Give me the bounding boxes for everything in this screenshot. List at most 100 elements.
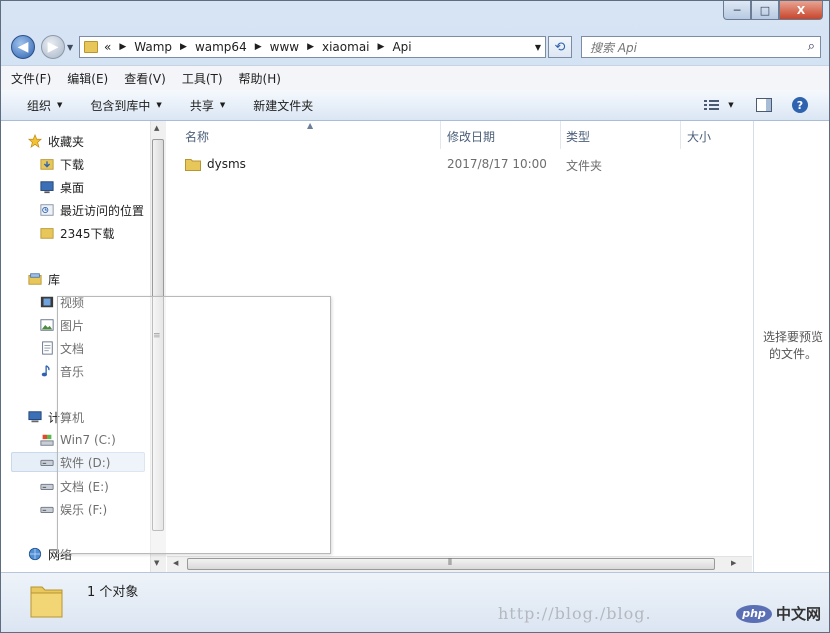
maximize-icon: □ <box>759 3 771 17</box>
sidebar-item-label: 库 <box>48 272 61 287</box>
scroll-left-icon[interactable]: ◀ <box>173 559 178 567</box>
recent-pages-dropdown[interactable]: ▼ <box>67 43 73 52</box>
address-bar[interactable]: « ▶ Wamp ▶ wamp64 ▶ www ▶ xiaomai ▶ Api … <box>79 36 546 58</box>
music-icon <box>41 365 50 377</box>
column-header-date[interactable]: 修改日期 <box>447 125 495 147</box>
sidebar-item-label: 桌面 <box>60 180 85 195</box>
item-count: 1 个对象 <box>87 585 139 600</box>
column-header-size[interactable]: 大小 <box>687 125 711 147</box>
menu-file[interactable]: 文件(F) <box>1 70 57 87</box>
breadcrumb-separator-icon[interactable]: ▶ <box>307 42 314 52</box>
organize-label: 组织 <box>27 98 52 113</box>
chevron-down-icon: ▼ <box>57 101 63 109</box>
minimize-icon: ─ <box>733 3 741 17</box>
breadcrumb-separator-icon[interactable]: ▶ <box>255 42 262 52</box>
breadcrumb-item[interactable]: xiaomai <box>322 40 370 54</box>
address-row: ◀ ▶ ▼ « ▶ Wamp ▶ wamp64 ▶ www ▶ xiaomai … <box>1 31 829 63</box>
chevron-down-icon: ▼ <box>728 101 734 109</box>
search-box[interactable]: ⌕ <box>581 36 821 58</box>
explorer-window: ─ □ X ◀ ▶ ▼ « ▶ Wamp ▶ wamp64 ▶ www ▶ xi… <box>0 0 830 633</box>
sidebar-item-downloads[interactable]: 下载 <box>39 154 84 174</box>
caption-buttons: ─ □ X <box>723 1 823 21</box>
breadcrumb-separator-icon[interactable]: ▶ <box>119 42 126 52</box>
sidebar-item-label: 最近访问的位置 <box>60 203 145 218</box>
recent-places-icon <box>40 204 54 216</box>
file-list-scrollbar[interactable]: ◀ ⦀ ▶ <box>167 556 752 572</box>
breadcrumb-item[interactable]: www <box>270 40 299 54</box>
sort-ascending-icon: ▲ <box>307 121 314 130</box>
column-divider[interactable] <box>560 121 561 149</box>
search-icon[interactable]: ⌕ <box>808 39 815 54</box>
menu-help[interactable]: 帮助(H) <box>229 70 287 87</box>
column-divider[interactable] <box>680 121 681 149</box>
view-options-button[interactable]: ▼ <box>699 94 739 116</box>
drive-icon <box>40 483 54 490</box>
sidebar-item-recent-places[interactable]: 最近访问的位置 <box>39 200 144 220</box>
folder-icon <box>40 228 54 239</box>
scroll-right-icon[interactable]: ▶ <box>731 559 736 567</box>
new-folder-label: 新建文件夹 <box>253 98 314 113</box>
file-date: 2017/8/17 10:00 <box>447 157 547 171</box>
scroll-up-icon[interactable]: ▲ <box>154 124 159 132</box>
search-input[interactable] <box>588 38 792 58</box>
breadcrumb-item[interactable]: Wamp <box>134 40 172 54</box>
forward-button[interactable]: ▶ <box>41 35 65 59</box>
preview-pane-button[interactable] <box>754 94 774 116</box>
file-type: 文件夹 <box>566 159 603 173</box>
content-area: 收藏夹 下载 桌面 最近访问的位置 2345下载 库 视频 图片 文档 音乐 计… <box>1 121 829 572</box>
menu-tools[interactable]: 工具(T) <box>172 70 229 87</box>
breadcrumb: « ▶ Wamp ▶ wamp64 ▶ www ▶ xiaomai ▶ Api <box>104 40 412 54</box>
file-row[interactable]: dysms <box>185 153 246 175</box>
column-header-name[interactable]: 名称 <box>185 125 209 147</box>
breadcrumb-overflow[interactable]: « <box>104 40 111 54</box>
drive-icon <box>40 506 54 513</box>
help-button[interactable]: ? <box>790 94 810 116</box>
large-folder-icon <box>30 586 63 618</box>
sidebar-item-label: 2345下载 <box>60 226 115 241</box>
download-folder-icon <box>40 159 54 170</box>
menu-view[interactable]: 查看(V) <box>114 70 172 87</box>
chevron-down-icon: ▼ <box>219 101 226 109</box>
breadcrumb-item[interactable]: wamp64 <box>195 40 247 54</box>
address-dropdown-icon[interactable]: ▼ <box>535 43 541 52</box>
view-list-icon <box>704 100 720 110</box>
menu-bar: 文件(F) 编辑(E) 查看(V) 工具(T) 帮助(H) <box>1 65 829 90</box>
chevron-down-icon: ▼ <box>156 101 162 109</box>
video-icon <box>40 296 54 308</box>
sidebar-item-label: 收藏夹 <box>48 134 85 149</box>
overlay-frame <box>57 296 331 554</box>
sidebar-item-2345-downloads[interactable]: 2345下载 <box>39 223 115 243</box>
folder-icon <box>185 159 201 171</box>
maximize-button[interactable]: □ <box>751 1 779 20</box>
breadcrumb-item[interactable]: Api <box>392 40 411 54</box>
star-icon <box>27 134 43 148</box>
drive-icon <box>40 459 54 466</box>
breadcrumb-separator-icon[interactable]: ▶ <box>180 42 187 52</box>
sidebar-item-desktop[interactable]: 桌面 <box>39 177 84 197</box>
menu-edit[interactable]: 编辑(E) <box>57 70 114 87</box>
column-divider[interactable] <box>440 121 441 149</box>
back-button[interactable]: ◀ <box>11 35 35 59</box>
organize-button[interactable]: 组织 ▼ <box>1 97 76 114</box>
scroll-down-icon[interactable]: ▼ <box>154 559 159 567</box>
minimize-button[interactable]: ─ <box>723 1 751 20</box>
share-button[interactable]: 共享 ▼ <box>176 97 239 114</box>
breadcrumb-separator-icon[interactable]: ▶ <box>378 42 385 52</box>
sidebar-item-libraries[interactable]: 库 <box>27 269 60 289</box>
system-drive-icon <box>40 434 54 446</box>
help-icon: ? <box>792 97 808 113</box>
close-button[interactable]: X <box>779 1 823 20</box>
logo-badge: php <box>736 604 772 623</box>
include-library-button[interactable]: 包含到库中 ▼ <box>76 97 175 114</box>
close-icon: X <box>796 3 806 17</box>
back-arrow-icon: ◀ <box>17 39 29 55</box>
column-header-type[interactable]: 类型 <box>566 125 590 147</box>
folder-icon <box>84 41 98 53</box>
svg-text:?: ? <box>797 99 803 112</box>
computer-icon <box>28 411 42 423</box>
preview-message: 选择要预览的文件。 <box>762 330 823 361</box>
refresh-button[interactable]: ⟲ <box>548 36 572 58</box>
sidebar-item-favorites[interactable]: 收藏夹 <box>27 131 84 151</box>
include-library-label: 包含到库中 <box>90 98 151 113</box>
new-folder-button[interactable]: 新建文件夹 <box>239 97 327 114</box>
